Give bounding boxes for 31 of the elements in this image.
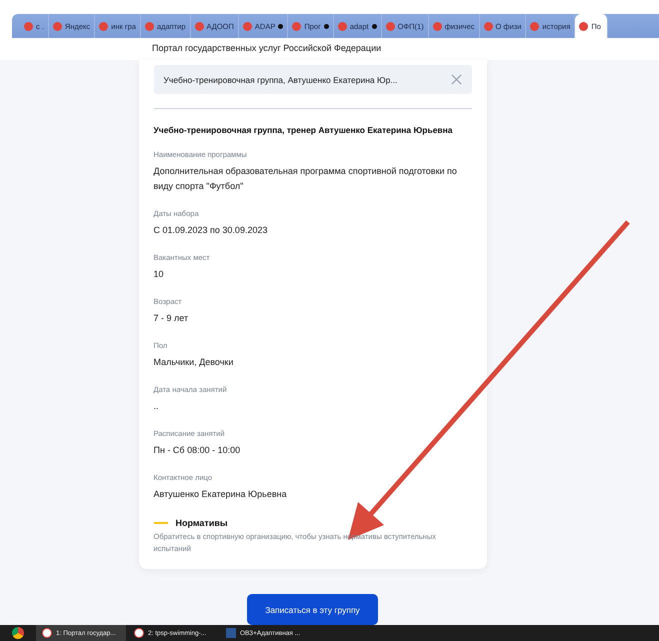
favicon-icon	[144, 22, 154, 30]
enroll-button[interactable]: Записаться в эту группу	[247, 594, 378, 625]
favicon-icon	[386, 22, 395, 30]
browser-icon	[42, 628, 52, 638]
favicon-icon	[432, 22, 442, 30]
selected-group-field[interactable]: Учебно-тренировочная группа, Автушенко Екатерина Юр...	[154, 65, 472, 94]
chrome-icon[interactable]	[12, 627, 24, 639]
favicon-icon	[99, 22, 108, 30]
document-icon	[226, 628, 236, 638]
field-value: Мальчики, Девочки	[154, 356, 234, 369]
favicon-icon	[194, 22, 204, 30]
field-value: С 01.09.2023 по 30.09.2023	[154, 224, 268, 237]
favicon-icon	[52, 22, 62, 30]
favicon-icon	[484, 22, 493, 30]
browser-icon	[134, 628, 144, 638]
field-value: 10	[154, 268, 165, 281]
field-value: ..	[154, 400, 160, 413]
field-value: Пн - Сб 08:00 - 10:00	[154, 444, 242, 457]
favicon-icon	[579, 22, 588, 30]
favicon-icon	[24, 22, 33, 30]
field-value: Дополнительная образовательная программа спортивной подготовки по виду спорта "Футбол"	[154, 165, 458, 193]
page-title: Портал государственных услуг Российской Федерации	[0, 38, 659, 60]
field-value: Автушенко Екатерина Юрьевна	[154, 488, 288, 501]
favicon-icon	[530, 22, 540, 30]
accent-dash-icon	[154, 522, 168, 524]
favicon-icon	[338, 22, 347, 30]
standards-title: Нормативы	[176, 518, 228, 528]
group-title: Учебно-тренировочная группа, тренер Автушенко Екатерина Юрьевна	[154, 125, 454, 135]
favicon-icon	[292, 22, 302, 30]
field-value: 7 - 9 лет	[154, 312, 190, 325]
favicon-icon	[242, 22, 252, 30]
